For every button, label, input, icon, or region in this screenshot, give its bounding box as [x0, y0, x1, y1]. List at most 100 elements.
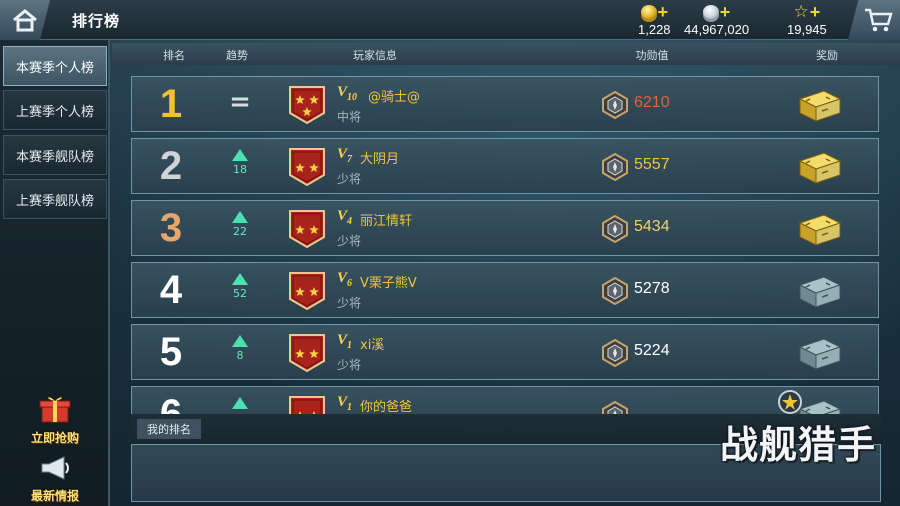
player-military-rank: 中将 [337, 110, 362, 124]
rank-trend: = [220, 83, 260, 121]
vip-badge: V10 [337, 84, 358, 103]
player-name: 大阴月 [360, 152, 400, 167]
player-name: 你的爸爸 [360, 400, 413, 414]
promo-buy-button[interactable]: 立即抢购 [22, 394, 88, 446]
silver-amount: 44,967,020 [684, 22, 750, 37]
military-rank-emblem-icon [289, 86, 325, 125]
star-icon: ☆ [793, 2, 809, 21]
merit-medal-icon [602, 91, 628, 119]
gold-reward-chest-icon[interactable] [796, 87, 844, 123]
page-title: 排行榜 [72, 12, 121, 30]
col-player: 玩家信息 [353, 49, 397, 62]
trend-value: 18 [233, 163, 247, 176]
gold-reward-chest-icon[interactable] [796, 211, 844, 247]
vip-badge: V7 [337, 146, 353, 165]
add-gold-button[interactable]: + [658, 3, 669, 21]
table-row[interactable]: 2 18 V7 大阴月少将 5557 [131, 138, 879, 194]
player-name: @骑士@ [368, 90, 421, 105]
table-row[interactable]: 5 8 V1 xi溪 少将 5224 [131, 324, 879, 380]
vip-badge: V1 [337, 394, 353, 413]
player-name: xi溪 [360, 338, 385, 353]
military-rank-emblem-icon [289, 396, 325, 414]
player-name: V栗子熊V [360, 276, 417, 291]
gift-icon [39, 397, 71, 423]
player-military-rank: 少将 [337, 296, 362, 310]
rank-number: 2 [159, 144, 183, 188]
rank-trend: 8 [220, 331, 260, 362]
trend-up-icon [232, 273, 248, 285]
rank-number: 4 [159, 268, 183, 312]
military-rank-emblem-icon [289, 272, 325, 311]
news-button[interactable]: 最新情报 [22, 454, 88, 504]
military-rank-emblem-icon [289, 210, 325, 249]
rank-trend [220, 393, 260, 411]
tab-last-season-personal[interactable]: 上赛季个人榜 [3, 90, 107, 130]
rank-trend: 52 [220, 269, 260, 300]
trend-up-icon [232, 397, 248, 409]
table-row[interactable]: 4 52 V6 V栗子熊V 少将 5278 [131, 262, 879, 318]
game-logo: 战舰猎手 [719, 422, 876, 467]
rank-number: 5 [159, 330, 183, 374]
table-row[interactable]: 3 22 V4 丽江情轩少将 5434 [131, 200, 879, 256]
home-button[interactable] [0, 0, 50, 40]
table-row[interactable]: 1 = V10 @骑士@ 中将 6210 [131, 76, 879, 132]
gold-amount: 1,228 [638, 22, 671, 37]
rank-trend: 22 [220, 207, 260, 238]
vip-badge: V4 [337, 208, 353, 227]
my-rank-label: 我的排名 [137, 419, 201, 439]
tab-current-season-personal[interactable]: 本赛季个人榜 [3, 46, 107, 86]
column-header: 排名 趋势 玩家信息 功勋值 奖励 [112, 43, 900, 65]
vip-level: 4 [347, 216, 353, 227]
gold-currency: + 1,228 [638, 2, 671, 37]
ranking-list[interactable]: 1 = V10 @骑士@ 中将 6210 2 18 V7 大阴月 少将 5557 3 22 V4 丽江情轩 少将… [131, 72, 881, 414]
military-rank-emblem-icon [289, 334, 325, 373]
vip-level: 6 [347, 278, 353, 289]
player-military-rank: 少将 [337, 172, 362, 186]
vip-level: 1 [347, 402, 353, 413]
merit-value: 5434 [634, 218, 670, 235]
merit-medal-icon [602, 153, 628, 181]
vip-level: 7 [347, 154, 353, 165]
trend-value: 22 [233, 225, 247, 238]
star-currency: ☆ + 19,945 [787, 2, 827, 38]
tab-current-season-fleet[interactable]: 本赛季舰队榜 [3, 135, 107, 175]
add-star-button[interactable]: + [810, 3, 821, 21]
silver-currency: + 44,967,020 [684, 2, 749, 37]
silver-coin-icon [702, 5, 719, 19]
merit-value: 5557 [634, 156, 670, 173]
vip-level: 10 [347, 92, 358, 103]
tab-last-season-fleet[interactable]: 上赛季舰队榜 [3, 179, 107, 219]
vip-level: 1 [347, 340, 353, 351]
merit-medal-icon [602, 215, 628, 243]
merit-medal-icon [602, 401, 628, 414]
table-row[interactable]: 6 V1 你的爸爸 [131, 386, 879, 414]
trend-up-icon [232, 335, 248, 347]
merit-medal-icon [602, 339, 628, 367]
news-label: 最新情报 [30, 489, 79, 503]
merit-value: 5224 [634, 342, 670, 359]
megaphone-icon [41, 456, 69, 480]
col-reward: 奖励 [816, 49, 838, 62]
trend-up-icon [232, 211, 248, 223]
top-bar: 排行榜 + 1,228 + 44,967,020 ☆ + 19,945 [0, 0, 900, 40]
trend-unchanged: = [229, 87, 251, 117]
player-military-rank: 少将 [337, 234, 362, 248]
trend-value: 52 [233, 287, 247, 300]
vip-badge: V6 [337, 270, 353, 289]
player-name: 丽江情轩 [360, 214, 413, 229]
col-merit: 功勋值 [635, 49, 669, 62]
rank-number: 1 [159, 82, 183, 126]
add-silver-button[interactable]: + [720, 3, 731, 21]
shop-button[interactable] [848, 0, 900, 40]
merit-value: 6210 [634, 94, 670, 111]
promo-buy-label: 立即抢购 [30, 431, 79, 445]
trend-value: 8 [236, 349, 244, 362]
gold-reward-chest-icon[interactable] [796, 149, 844, 185]
silver-reward-chest-icon[interactable] [796, 335, 844, 371]
silver-reward-chest-icon[interactable] [796, 273, 844, 309]
sidebar: 本赛季个人榜 上赛季个人榜 本赛季舰队榜 上赛季舰队榜 立即抢购 最新情报 [0, 40, 110, 506]
cart-icon [865, 8, 893, 32]
col-trend: 趋势 [226, 49, 248, 62]
rank-number: 3 [159, 206, 183, 250]
trend-up-icon [232, 149, 248, 161]
